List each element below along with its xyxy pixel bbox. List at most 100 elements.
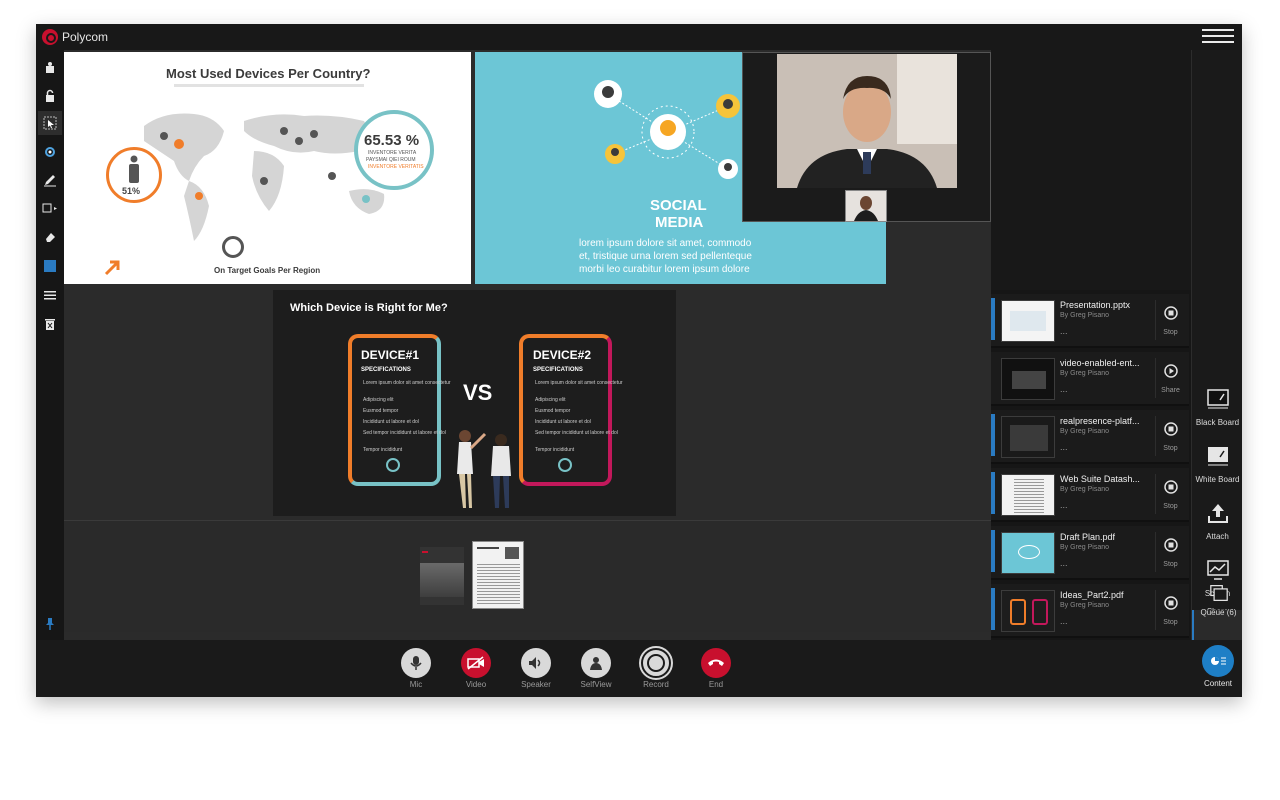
content-stage: Most Used Devices Per Country? 51% 65.53…: [64, 50, 991, 640]
device2-spec-1: Lorem ipsum dolor sit amet consectetur: [535, 380, 623, 386]
stop-button[interactable]: Stop: [1155, 474, 1185, 514]
self-view-pip[interactable]: [845, 190, 887, 222]
queue-button[interactable]: Queue (6): [1192, 585, 1242, 640]
color-picker-icon[interactable]: [38, 254, 62, 278]
queue-item[interactable]: Draft Plan.pdf By Greg Pisano ... Stop: [991, 526, 1189, 580]
queue-item[interactable]: video-enabled-ent... By Greg Pisano ... …: [991, 352, 1189, 406]
brand-name: Polycom: [62, 30, 109, 44]
queue-thumbnail: [1001, 300, 1055, 342]
stop-button[interactable]: Stop: [1155, 416, 1185, 456]
menu-hamburger-icon[interactable]: [1202, 29, 1234, 45]
select-pointer-icon[interactable]: [38, 111, 62, 135]
remote-participant-video: [777, 54, 957, 188]
device1-spec-5: Sed tempor incididunt ut labore et dol: [363, 430, 446, 436]
stat-caption-3: INVENTORE VERITATIS: [368, 164, 424, 170]
device2-spec-5: Sed tempor incididunt ut labore et dol: [535, 430, 618, 436]
clear-trash-icon[interactable]: [38, 312, 62, 336]
self-view-button[interactable]: SelfView: [576, 648, 616, 689]
queue-item-name: Ideas_Part2.pdf: [1060, 590, 1124, 600]
content-button[interactable]: Content: [1198, 645, 1238, 688]
eraser-icon[interactable]: [38, 225, 62, 249]
mic-icon: [410, 656, 422, 670]
thumbnail-meeting-photo[interactable]: [420, 547, 464, 605]
queue-item-author: By Greg Pisano: [1060, 486, 1110, 493]
queue-item-more[interactable]: ...: [1060, 326, 1068, 336]
queue-item-author: By Greg Pisano: [1060, 544, 1110, 551]
queue-item[interactable]: Web Suite Datash... By Greg Pisano ... S…: [991, 468, 1189, 522]
polycom-window: Polycom Most Used Devices Per Country? 5…: [36, 24, 1242, 697]
pin-icon[interactable]: [38, 612, 62, 636]
white-board-button[interactable]: White Board: [1192, 437, 1242, 493]
social-network-graphic: [594, 80, 740, 179]
side-action-bar: Black Board White Board Attach Screen Sh…: [1191, 50, 1242, 640]
content-thumbnail-strip: [64, 520, 991, 632]
people-illustration: [457, 430, 511, 508]
video-button[interactable]: Video: [456, 648, 496, 689]
social-body-line3: morbi leo curabitur lorem ipsum dolore: [579, 264, 750, 275]
record-icon: [647, 654, 665, 672]
queue-item-author: By Greg Pisano: [1060, 428, 1110, 435]
device1-spec-6: Tempor incididunt: [363, 447, 403, 453]
content-icon: [1211, 657, 1226, 665]
unlock-icon[interactable]: [38, 84, 62, 108]
queue-thumbnail: [1001, 358, 1055, 400]
queue-item-more[interactable]: ...: [1060, 500, 1068, 510]
upload-icon: [1207, 504, 1228, 523]
devices-title: Which Device is Right for Me?: [290, 302, 448, 314]
social-body-line2: et, tristique urna lorem sed pellenteque: [579, 251, 752, 262]
video-tile[interactable]: [742, 52, 991, 222]
queue-item-more[interactable]: ...: [1060, 384, 1068, 394]
vs-label: VS: [463, 380, 493, 405]
stop-button[interactable]: Stop: [1155, 532, 1185, 572]
end-call-button[interactable]: End: [696, 648, 736, 689]
social-title-line2: MEDIA: [655, 214, 704, 231]
device2-spec-2: Adipiscing elit: [535, 397, 566, 403]
record-button[interactable]: Record: [636, 646, 676, 689]
stop-icon: [1163, 480, 1178, 494]
highlighter-icon[interactable]: [38, 140, 62, 164]
slide-infographic[interactable]: Most Used Devices Per Country? 51% 65.53…: [64, 52, 471, 284]
queue-item-more[interactable]: ...: [1060, 558, 1068, 568]
stop-button[interactable]: Stop: [1155, 300, 1185, 340]
queue-item-author: By Greg Pisano: [1060, 602, 1110, 609]
hang-up-icon: [708, 659, 724, 666]
thumbnail-document[interactable]: [472, 541, 524, 609]
arrow-logo-icon: [104, 260, 120, 276]
queue-thumbnail: [1001, 590, 1055, 632]
device2-spec-3: Eusmod tempor: [535, 408, 571, 414]
stat-caption-1: INVENTORE VERITA: [368, 150, 417, 156]
target-icon: [222, 236, 244, 258]
device1-spec-1: Lorem ipsum dolor sit amet consectetur: [363, 380, 451, 386]
polycom-logo: Polycom: [42, 28, 108, 46]
black-board-icon: [1206, 389, 1229, 409]
stop-button[interactable]: Stop: [1155, 590, 1185, 630]
active-indicator: [991, 588, 995, 630]
queue-item[interactable]: Presentation.pptx By Greg Pisano ... Sto…: [991, 294, 1189, 348]
mic-button[interactable]: Mic: [396, 648, 436, 689]
speaker-button[interactable]: Speaker: [516, 648, 556, 689]
stop-icon: [1163, 596, 1178, 610]
self-view-icon: [590, 657, 602, 670]
right-panel-empty: [991, 50, 1191, 290]
device1-spec-4: Incididunt ut labore et dol: [363, 419, 419, 425]
pen-icon[interactable]: [38, 168, 62, 192]
black-board-button[interactable]: Black Board: [1192, 380, 1242, 436]
line-width-icon[interactable]: [38, 283, 62, 307]
queue-item-more[interactable]: ...: [1060, 616, 1068, 626]
polycom-logo-icon: [42, 29, 58, 45]
queue-item[interactable]: Ideas_Part2.pdf By Greg Pisano ... Stop: [991, 584, 1189, 638]
share-button[interactable]: Share: [1155, 358, 1185, 398]
shape-rectangle-icon[interactable]: [38, 196, 62, 220]
attach-button[interactable]: Attach: [1192, 494, 1242, 550]
queue-item-more[interactable]: ...: [1060, 442, 1068, 452]
slide-title: Most Used Devices Per Country?: [166, 66, 371, 81]
queue-item[interactable]: realpresence-platf... By Greg Pisano ...…: [991, 410, 1189, 464]
presenter-icon[interactable]: [38, 56, 62, 80]
queue-item-name: Web Suite Datash...: [1060, 474, 1140, 484]
slide-devices[interactable]: Which Device is Right for Me? DEVICE#1 S…: [273, 290, 676, 516]
queue-thumbnail: [1001, 474, 1055, 516]
stat-percent: 65.53 %: [364, 132, 420, 149]
queue-item-name: Draft Plan.pdf: [1060, 532, 1116, 542]
queue-item-name: realpresence-platf...: [1060, 416, 1140, 426]
stop-icon: [1163, 306, 1178, 320]
